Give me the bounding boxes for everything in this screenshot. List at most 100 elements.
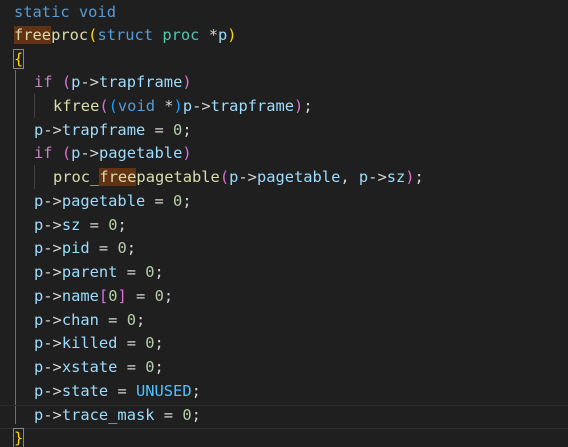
semicolon: ; (163, 287, 174, 305)
var-p: p (34, 382, 44, 400)
number-value: 0 (182, 406, 192, 424)
semicolon: ; (182, 192, 192, 210)
number-value: 0 (145, 358, 155, 376)
cast-open: ( (108, 97, 118, 115)
var-p: p (34, 192, 44, 210)
assign-op: = (126, 287, 155, 305)
index-close: ] (117, 287, 127, 305)
arrow-op: -> (80, 73, 99, 91)
assign-op: = (117, 358, 146, 376)
cast-close: ) (173, 97, 183, 115)
code-line-18[interactable]: p->trace_mask = 0; (34, 404, 568, 428)
keyword-if: if (34, 144, 53, 162)
field-pagetable: pagetable (98, 144, 183, 162)
arrow-op: -> (43, 121, 62, 139)
semicolon: ; (191, 382, 201, 400)
assign-op: = (154, 406, 183, 424)
param-p: p (217, 26, 228, 44)
semicolon: ; (191, 406, 201, 424)
pointer-star: * (154, 97, 174, 115)
var-p: p (34, 216, 44, 234)
code-line-17[interactable]: p->state = UNUSED; (34, 380, 568, 404)
function-name-highlighted: free (14, 26, 52, 44)
code-line-10[interactable]: p->sz = 0; (34, 214, 568, 238)
code-line-8[interactable]: proc_freepagetable(p->pagetable, p->sz); (53, 166, 568, 190)
paren-open: ( (219, 168, 230, 186)
code-line-13[interactable]: p->name[0] = 0; (34, 285, 568, 309)
semicolon: ; (303, 97, 313, 115)
comma: , (340, 168, 359, 186)
arrow-op: -> (80, 144, 99, 162)
code-line-4[interactable]: if (p->trapframe) (34, 71, 568, 95)
var-p: p (34, 406, 44, 424)
arrow-op: -> (43, 263, 62, 281)
arrow-op: -> (368, 168, 387, 186)
brace-open-matched: { (12, 49, 25, 69)
assign-op: = (145, 121, 174, 139)
paren-close: ) (227, 26, 237, 44)
assign-op: = (98, 311, 127, 329)
code-line-5[interactable]: kfree((void *)p->trapframe); (53, 95, 568, 119)
var-p: p (34, 239, 44, 257)
arrow-op: -> (43, 287, 62, 305)
arrow-op: -> (43, 406, 62, 424)
assign-op: = (89, 239, 118, 257)
number-value: 0 (145, 334, 155, 352)
var-p: p (71, 73, 81, 91)
indent-guide-outer (15, 70, 16, 424)
code-line-15[interactable]: p->killed = 0; (34, 332, 568, 356)
code-line-19[interactable]: } (12, 427, 568, 447)
function-name-highlighted: free (99, 168, 137, 186)
indent-guide-if-1 (34, 94, 35, 118)
field-parent: parent (61, 263, 118, 281)
assign-op: = (108, 382, 136, 400)
paren-close: ) (405, 168, 415, 186)
var-p: p (34, 263, 44, 281)
assign-op: = (145, 192, 174, 210)
arrow-op: -> (43, 192, 62, 210)
keyword-struct: struct (97, 26, 154, 44)
number-value: 0 (117, 239, 127, 257)
assign-op: = (117, 263, 146, 281)
number-value: 0 (126, 311, 136, 329)
field-chan: chan (61, 311, 99, 329)
semicolon: ; (154, 263, 164, 281)
semicolon: ; (136, 311, 146, 329)
arrow-op: -> (43, 382, 62, 400)
code-line-3[interactable]: { (12, 48, 568, 72)
paren-close: ) (294, 97, 304, 115)
paren-open: ( (61, 73, 72, 91)
semicolon: ; (126, 239, 137, 257)
arrow-op: -> (43, 334, 62, 352)
number-value: 0 (145, 263, 155, 281)
paren-open: ( (61, 144, 72, 162)
field-killed: killed (61, 334, 118, 352)
semicolon: ; (154, 334, 164, 352)
field-pid: pid (61, 239, 90, 257)
field-pagetable: pagetable (256, 168, 341, 186)
arrow-op: -> (192, 97, 211, 115)
code-line-6[interactable]: p->trapframe = 0; (34, 119, 568, 143)
code-line-7[interactable]: if (p->pagetable) (34, 142, 568, 166)
var-p: p (182, 97, 193, 115)
code-line-1[interactable]: static void (14, 1, 568, 25)
code-editor[interactable]: static void freeproc(struct proc *p) { i… (0, 0, 568, 447)
code-line-16[interactable]: p->xstate = 0; (34, 356, 568, 380)
code-line-12[interactable]: p->parent = 0; (34, 261, 568, 285)
code-line-2[interactable]: freeproc(struct proc *p) (14, 24, 568, 48)
assign-op: = (80, 216, 109, 234)
semicolon: ; (154, 358, 164, 376)
index-open: [ (98, 287, 109, 305)
arrow-op: -> (43, 216, 62, 234)
var-p: p (34, 311, 44, 329)
function-kfree: kfree (53, 97, 100, 115)
var-p: p (229, 168, 239, 186)
arrow-op: -> (43, 311, 62, 329)
field-trapframe: trapframe (61, 121, 146, 139)
semicolon: ; (117, 216, 127, 234)
code-line-9[interactable]: p->pagetable = 0; (34, 190, 568, 214)
pointer-star: * (208, 26, 218, 44)
code-line-11[interactable]: p->pid = 0; (34, 237, 568, 261)
semicolon: ; (414, 168, 424, 186)
code-line-14[interactable]: p->chan = 0; (34, 309, 568, 333)
